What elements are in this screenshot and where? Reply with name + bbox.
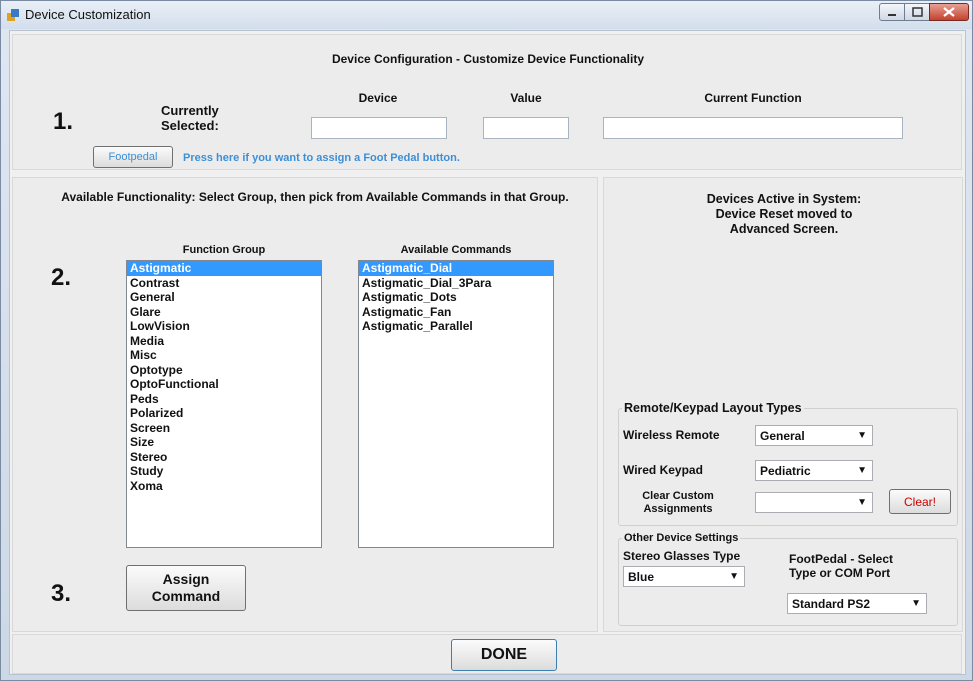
function-group-item[interactable]: Astigmatic bbox=[127, 261, 321, 276]
function-group-item[interactable]: OptoFunctional bbox=[127, 377, 321, 392]
footpedal-button[interactable]: Footpedal bbox=[93, 146, 173, 168]
available-functionality-panel: Available Functionality: Select Group, t… bbox=[12, 177, 598, 632]
function-group-item[interactable]: Optotype bbox=[127, 363, 321, 378]
function-group-item[interactable]: Stereo bbox=[127, 450, 321, 465]
window-title: Device Customization bbox=[25, 7, 151, 22]
command-item[interactable]: Astigmatic_Fan bbox=[359, 305, 553, 320]
layout-types-group: Remote/Keypad Layout Types Wireless Remo… bbox=[618, 401, 958, 526]
wired-keypad-label: Wired Keypad bbox=[623, 463, 703, 477]
chevron-down-icon: ▼ bbox=[857, 497, 867, 508]
step-1-label: 1. bbox=[53, 108, 74, 135]
section1-heading: Device Configuration - Customize Device … bbox=[331, 52, 645, 66]
command-item[interactable]: Astigmatic_Dial bbox=[359, 261, 553, 276]
bottom-bar: DONE bbox=[12, 634, 962, 674]
devices-panel: Devices Active in System: Device Reset m… bbox=[603, 177, 963, 632]
layout-types-title: Remote/Keypad Layout Types bbox=[622, 401, 804, 415]
maximize-button[interactable] bbox=[904, 3, 930, 21]
function-group-item[interactable]: Screen bbox=[127, 421, 321, 436]
current-function-column-label: Current Function bbox=[704, 91, 802, 105]
wireless-remote-label: Wireless Remote bbox=[623, 428, 720, 442]
available-commands-list[interactable]: Astigmatic_Dial Astigmatic_Dial_3Para Asti… bbox=[358, 260, 554, 548]
value-column-label: Value bbox=[510, 91, 542, 105]
function-group-item[interactable]: Misc bbox=[127, 348, 321, 363]
available-commands-label: Available Commands bbox=[400, 244, 512, 256]
chevron-down-icon: ▼ bbox=[911, 598, 921, 609]
footpedal-type-label: FootPedal - Select Type or COM Port bbox=[789, 552, 894, 580]
app-window: Device Customization Device Configuratio… bbox=[0, 0, 973, 681]
wired-keypad-value: Pediatric bbox=[760, 464, 811, 478]
function-group-item[interactable]: Study bbox=[127, 464, 321, 479]
device-selection-panel: Device Configuration - Customize Device … bbox=[12, 34, 962, 170]
clear-custom-select[interactable]: ▼ bbox=[755, 492, 873, 513]
clear-custom-label: Clear Custom Assignments bbox=[642, 490, 714, 515]
function-group-item[interactable]: Media bbox=[127, 334, 321, 349]
chevron-down-icon: ▼ bbox=[857, 430, 867, 441]
footpedal-hint: Press here if you want to assign a Foot … bbox=[183, 152, 460, 164]
stereo-glasses-label: Stereo Glasses Type bbox=[623, 549, 741, 563]
minimize-icon bbox=[888, 14, 896, 16]
title-bar[interactable]: Device Customization bbox=[1, 1, 972, 29]
function-group-item[interactable]: Peds bbox=[127, 392, 321, 407]
chevron-down-icon: ▼ bbox=[857, 465, 867, 476]
chevron-down-icon: ▼ bbox=[729, 571, 739, 582]
assign-command-button[interactable]: Assign Command bbox=[126, 565, 246, 611]
command-item[interactable]: Astigmatic_Dots bbox=[359, 290, 553, 305]
function-group-item[interactable]: Size bbox=[127, 435, 321, 450]
device-field[interactable] bbox=[311, 117, 447, 139]
function-group-item[interactable]: Glare bbox=[127, 305, 321, 320]
footpedal-type-value: Standard PS2 bbox=[792, 597, 871, 611]
footpedal-type-select[interactable]: Standard PS2 ▼ bbox=[787, 593, 927, 614]
stereo-glasses-value: Blue bbox=[628, 570, 655, 584]
step-3-label: 3. bbox=[51, 580, 72, 607]
step-2-label: 2. bbox=[51, 264, 72, 291]
other-settings-title: Other Device Settings bbox=[622, 532, 741, 544]
function-group-item[interactable]: LowVision bbox=[127, 319, 321, 334]
device-column-label: Device bbox=[358, 91, 398, 105]
function-group-item[interactable]: General bbox=[127, 290, 321, 305]
command-item[interactable]: Astigmatic_Dial_3Para bbox=[359, 276, 553, 291]
close-button[interactable] bbox=[929, 3, 969, 21]
function-group-list[interactable]: Astigmatic Contrast General Glare LowVision M… bbox=[126, 260, 322, 548]
section2-heading: Available Functionality: Select Group, t… bbox=[61, 190, 569, 204]
function-group-label: Function Group bbox=[182, 244, 266, 256]
app-icon bbox=[7, 9, 19, 21]
other-settings-group: Other Device Settings Stereo Glasses Typ… bbox=[618, 532, 958, 626]
maximize-icon bbox=[912, 7, 923, 17]
stereo-glasses-select[interactable]: Blue ▼ bbox=[623, 566, 745, 587]
wired-keypad-select[interactable]: Pediatric ▼ bbox=[755, 460, 873, 481]
currently-selected-label: Currently Selected: bbox=[161, 103, 219, 133]
done-button[interactable]: DONE bbox=[451, 639, 557, 671]
value-field[interactable] bbox=[483, 117, 569, 139]
current-function-field[interactable] bbox=[603, 117, 903, 139]
function-group-item[interactable]: Contrast bbox=[127, 276, 321, 291]
function-group-item[interactable]: Polarized bbox=[127, 406, 321, 421]
function-group-item[interactable]: Xoma bbox=[127, 479, 321, 494]
close-icon bbox=[943, 7, 955, 17]
clear-button[interactable]: Clear! bbox=[889, 489, 951, 514]
minimize-button[interactable] bbox=[879, 3, 905, 21]
client-area: Device Configuration - Customize Device … bbox=[9, 30, 966, 675]
wireless-remote-value: General bbox=[760, 429, 805, 443]
wireless-remote-select[interactable]: General ▼ bbox=[755, 425, 873, 446]
command-item[interactable]: Astigmatic_Parallel bbox=[359, 319, 553, 334]
devices-active-note: Devices Active in System: Device Reset m… bbox=[706, 192, 862, 236]
